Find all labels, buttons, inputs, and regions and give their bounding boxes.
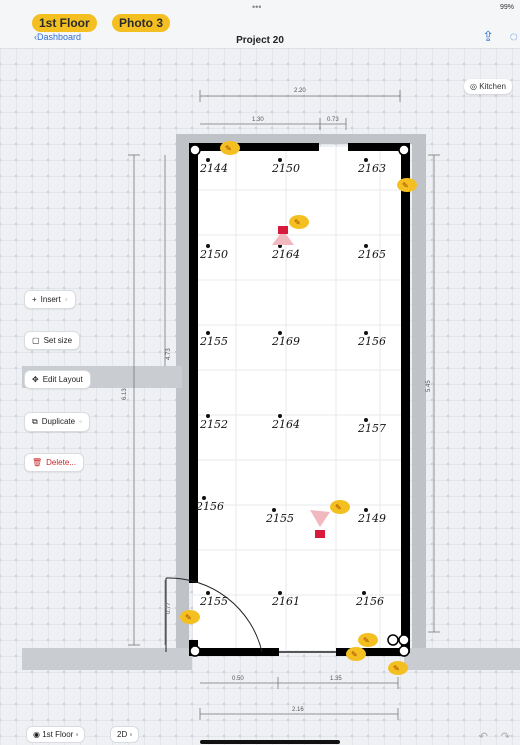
camera-icon [315,530,325,538]
camera-marker[interactable]: ✎ [388,661,408,675]
dim-top-total: 2.20 [294,88,306,94]
camera-marker[interactable]: ✎ [358,633,378,647]
point-label: 2163 [357,162,386,175]
svg-text:✎: ✎ [393,664,400,673]
dim-top-right: 0.73 [327,117,339,123]
wall-left [189,143,198,583]
floor-pill[interactable]: 1st Floor [32,14,97,32]
camera-marker[interactable]: ✎ [330,500,350,514]
share-icon[interactable]: ⇪ [482,28,494,45]
svg-text:✎: ✎ [335,503,342,512]
dim-bottom-right: 1.35 [330,676,342,682]
point-label: 2156 [195,500,224,513]
adjacent-wall-bottom-right [404,648,520,670]
camera-marker[interactable]: ✎ [289,215,309,229]
duplicate-icon: ⧉ [32,417,38,426]
point-label: 2156 [357,335,386,348]
plus-icon: + [32,295,37,304]
corner-node [398,645,410,657]
delete-button[interactable]: 🗑 Delete... [24,453,84,472]
point-label: 2155 [199,335,228,348]
chevron-down-icon: ◦ [75,730,79,739]
corner-node [189,144,201,156]
chevron-down-icon: ◦ [79,417,82,426]
corner-node [189,645,201,657]
point-label: 2155 [199,595,228,608]
point-label: 2165 [357,248,386,261]
point-label: 2157 [357,422,386,435]
insert-button[interactable]: + Insert ◦ [24,290,76,309]
home-indicator [200,740,340,744]
point-label: 2161 [271,595,300,608]
svg-text:✎: ✎ [363,636,370,645]
resize-icon: ▢ [32,336,40,345]
dim-bottom-total: 2.16 [292,707,304,713]
wall-right [401,143,410,653]
dim-left-upper: 4.73 [166,348,172,360]
camera-marker[interactable]: ✎ [346,647,366,661]
corner-node [398,144,410,156]
set-size-button[interactable]: ▢ Set size [24,331,81,350]
camera-icon [278,226,288,234]
undo-icon[interactable]: ↶ [479,730,488,743]
svg-text:✎: ✎ [402,181,409,190]
layers-icon: ◉ [33,730,40,739]
room-type-icon: ◎ [470,82,477,91]
point-label: 2144 [199,162,228,175]
dim-bottom-left: 0.50 [232,676,244,682]
corner-node [387,634,399,646]
wall-top-left [189,143,319,151]
trash-icon: 🗑 [32,458,43,467]
room-type-button[interactable]: ◎ Kitchen [464,79,512,94]
dim-left-lower: 0.77 [166,602,172,614]
wall-shadow-left [176,134,189,654]
point-label: 2169 [271,335,300,348]
dim-top-left: 1.30 [252,117,264,123]
point-label: 2164 [271,248,300,261]
point-label: 2149 [357,512,386,525]
wall-shadow-top [176,134,426,144]
chevron-down-icon: ◦ [129,730,133,739]
point-label: 2164 [271,418,300,431]
redo-icon[interactable]: ↷ [501,730,510,743]
chevron-down-icon: ◦ [64,295,68,304]
corner-node [398,634,410,646]
dim-right-total: 5.45 [426,380,432,392]
wall-top-right [348,143,406,151]
point-label: 2150 [199,248,228,261]
camera-marker[interactable]: ✎ [180,610,200,624]
camera-marker[interactable]: ✎ [397,178,417,192]
move-icon: ✥ [32,375,39,384]
camera-marker[interactable]: ✎ [220,141,240,155]
floor-selector[interactable]: ◉ 1st Floor ◦ [26,726,86,743]
point-label: 2150 [271,162,300,175]
edit-layout-button[interactable]: ✥ Edit Layout [24,370,91,389]
top-bar: ••• 99% 1st Floor Photo 3 ‹Dashboard Pro… [0,0,520,49]
more-icon[interactable]: ◌ [510,28,518,44]
status-battery: 99% [499,4,514,11]
status-dots-icon: ••• [252,2,262,12]
page-title: Project 20 [236,35,284,46]
wall-shadow-right [412,134,426,669]
point-label: 2155 [265,512,294,525]
room-type-label: Kitchen [479,82,506,91]
point-label: 2156 [355,595,384,608]
svg-text:✎: ✎ [351,650,358,659]
svg-text:✎: ✎ [294,218,301,227]
point-label: 2152 [199,418,228,431]
svg-text:✎: ✎ [185,613,192,622]
svg-text:✎: ✎ [225,144,232,153]
duplicate-button[interactable]: ⧉ Duplicate ◦ [24,412,90,432]
photo-pill[interactable]: Photo 3 [112,14,170,32]
dim-left-total: 6.13 [122,388,128,400]
view-mode-selector[interactable]: 2D ◦ [110,726,140,743]
wall-bottom-left [189,648,279,656]
